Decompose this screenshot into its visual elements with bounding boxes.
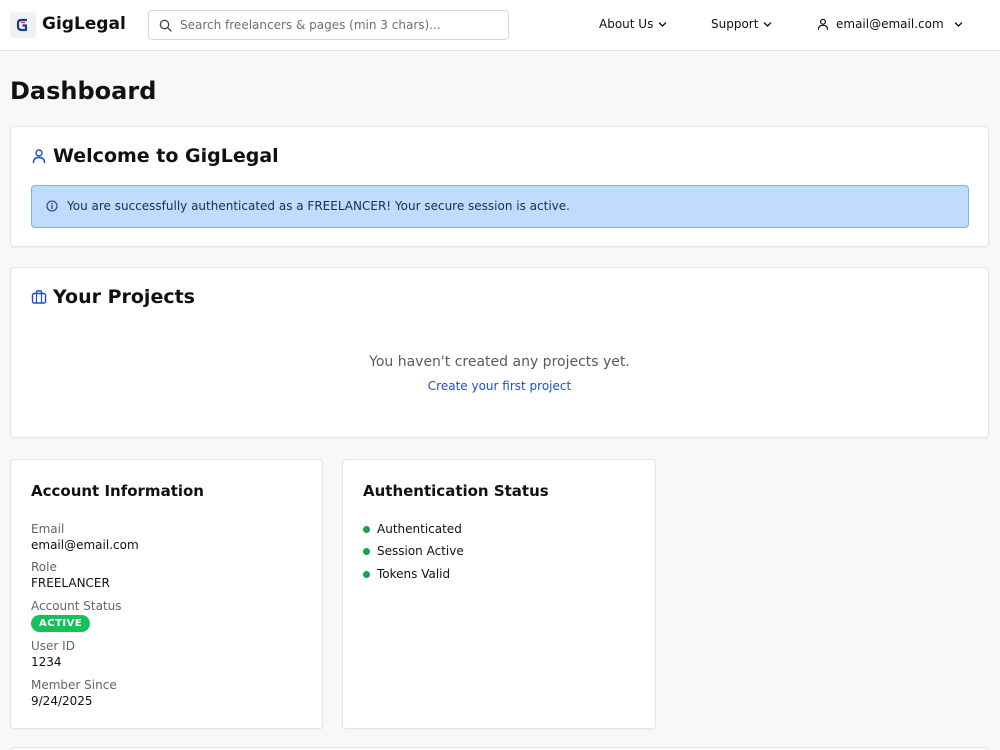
search-input[interactable] xyxy=(180,15,500,35)
top-navbar: GigLegal About Us Support email@email.co… xyxy=(0,0,1000,51)
user-menu[interactable]: email@email.com xyxy=(817,17,963,31)
account-info-card: Account Information Email email@email.co… xyxy=(10,459,323,729)
projects-heading: Your Projects xyxy=(31,286,195,308)
chevron-down-icon xyxy=(659,21,667,27)
alert-message: You are successfully authenticated as a … xyxy=(67,199,570,213)
role-label: Role xyxy=(31,560,57,574)
auth-success-alert: You are successfully authenticated as a … xyxy=(31,185,969,228)
user-email: email@email.com xyxy=(836,17,944,31)
nav-about-us[interactable]: About Us xyxy=(599,17,667,31)
auth-status-card: Authentication Status Authenticated Sess… xyxy=(342,459,656,729)
chevron-down-icon xyxy=(954,21,962,27)
nav-about-label: About Us xyxy=(599,17,654,31)
status-item-tokens: Tokens Valid xyxy=(363,567,450,581)
user-id-value: 1234 xyxy=(31,655,62,669)
status-item-label: Tokens Valid xyxy=(377,567,451,581)
status-item-label: Session Active xyxy=(377,544,464,558)
account-status-label: Account Status xyxy=(31,599,122,613)
user-icon xyxy=(817,18,829,30)
welcome-heading-text: Welcome to GigLegal xyxy=(53,145,279,167)
role-value: FREELANCER xyxy=(31,576,110,590)
status-dot-icon xyxy=(363,525,370,533)
member-since-value: 9/24/2025 xyxy=(31,694,93,708)
search-icon xyxy=(159,19,172,32)
welcome-card: Welcome to GigLegal You are successfully… xyxy=(10,126,989,247)
status-item-session: Session Active xyxy=(363,544,464,558)
search-box[interactable] xyxy=(148,10,509,40)
brand-name[interactable]: GigLegal xyxy=(42,14,126,34)
auth-status-heading: Authentication Status xyxy=(363,482,549,500)
status-dot-icon xyxy=(363,547,370,555)
status-item-label: Authenticated xyxy=(377,522,462,536)
user-id-label: User ID xyxy=(31,639,75,653)
info-icon xyxy=(46,200,58,212)
email-label: Email xyxy=(31,522,65,536)
member-since-label: Member Since xyxy=(31,678,117,692)
status-dot-icon xyxy=(363,570,370,578)
chevron-down-icon xyxy=(764,21,772,27)
briefcase-icon xyxy=(31,290,47,304)
nav-support[interactable]: Support xyxy=(711,17,772,31)
account-info-heading: Account Information xyxy=(31,482,204,500)
email-value: email@email.com xyxy=(31,538,139,552)
nav-support-label: Support xyxy=(711,17,759,31)
user-icon xyxy=(32,149,46,164)
welcome-heading: Welcome to GigLegal xyxy=(31,145,279,167)
projects-heading-text: Your Projects xyxy=(53,286,195,308)
projects-empty-message: You haven't created any projects yet. xyxy=(369,354,630,370)
create-first-project-link[interactable]: Create your first project xyxy=(11,379,988,393)
giglegal-logo-icon[interactable] xyxy=(10,12,36,38)
status-item-authenticated: Authenticated xyxy=(363,522,462,536)
page-title: Dashboard xyxy=(10,77,157,105)
status-badge: ACTIVE xyxy=(31,615,91,632)
projects-card: Your Projects You haven't created any pr… xyxy=(10,267,989,438)
